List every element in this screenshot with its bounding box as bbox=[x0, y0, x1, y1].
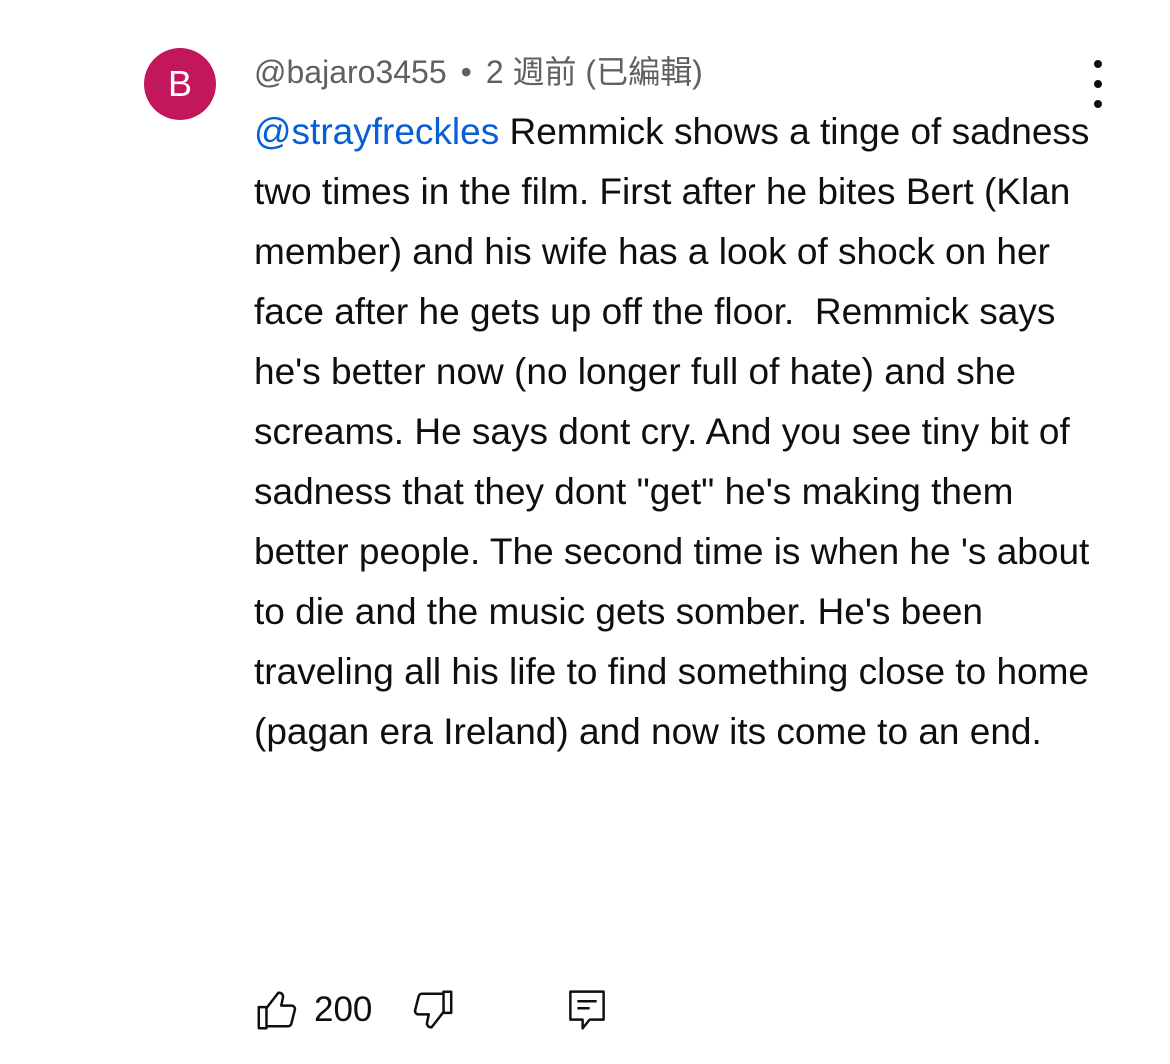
comment-text: Remmick shows a tinge of sadness two tim… bbox=[254, 111, 1100, 752]
more-vertical-icon bbox=[1094, 60, 1102, 68]
reply-button[interactable] bbox=[566, 986, 608, 1034]
comment-time: 2 週前 (已編輯) bbox=[485, 54, 703, 90]
mention-link[interactable]: @strayfreckles bbox=[254, 111, 499, 152]
dislike-button[interactable] bbox=[410, 986, 456, 1034]
thumbs-down-icon bbox=[410, 987, 456, 1033]
reply-comment-icon bbox=[566, 987, 608, 1033]
header-separator: • bbox=[460, 54, 472, 90]
comment-thread: B @bajaro3455 • 2 週前 (已編輯) @strayfreckles … bbox=[0, 0, 1170, 1064]
avatar[interactable]: B bbox=[144, 48, 216, 120]
more-options-button[interactable] bbox=[1078, 60, 1118, 108]
like-count: 200 bbox=[314, 990, 373, 1029]
author-name[interactable]: @bajaro3455 bbox=[254, 54, 447, 90]
thumbs-up-icon bbox=[254, 987, 300, 1033]
comment-actions: 200 bbox=[254, 986, 608, 1034]
avatar-letter: B bbox=[167, 63, 192, 104]
more-vertical-icon-dot bbox=[1094, 80, 1102, 88]
comment-header: @bajaro3455 • 2 週前 (已編輯) bbox=[254, 52, 703, 92]
comment-body: @strayfreckles Remmick shows a tinge of … bbox=[254, 102, 1114, 762]
like-button[interactable]: 200 bbox=[254, 986, 372, 1034]
